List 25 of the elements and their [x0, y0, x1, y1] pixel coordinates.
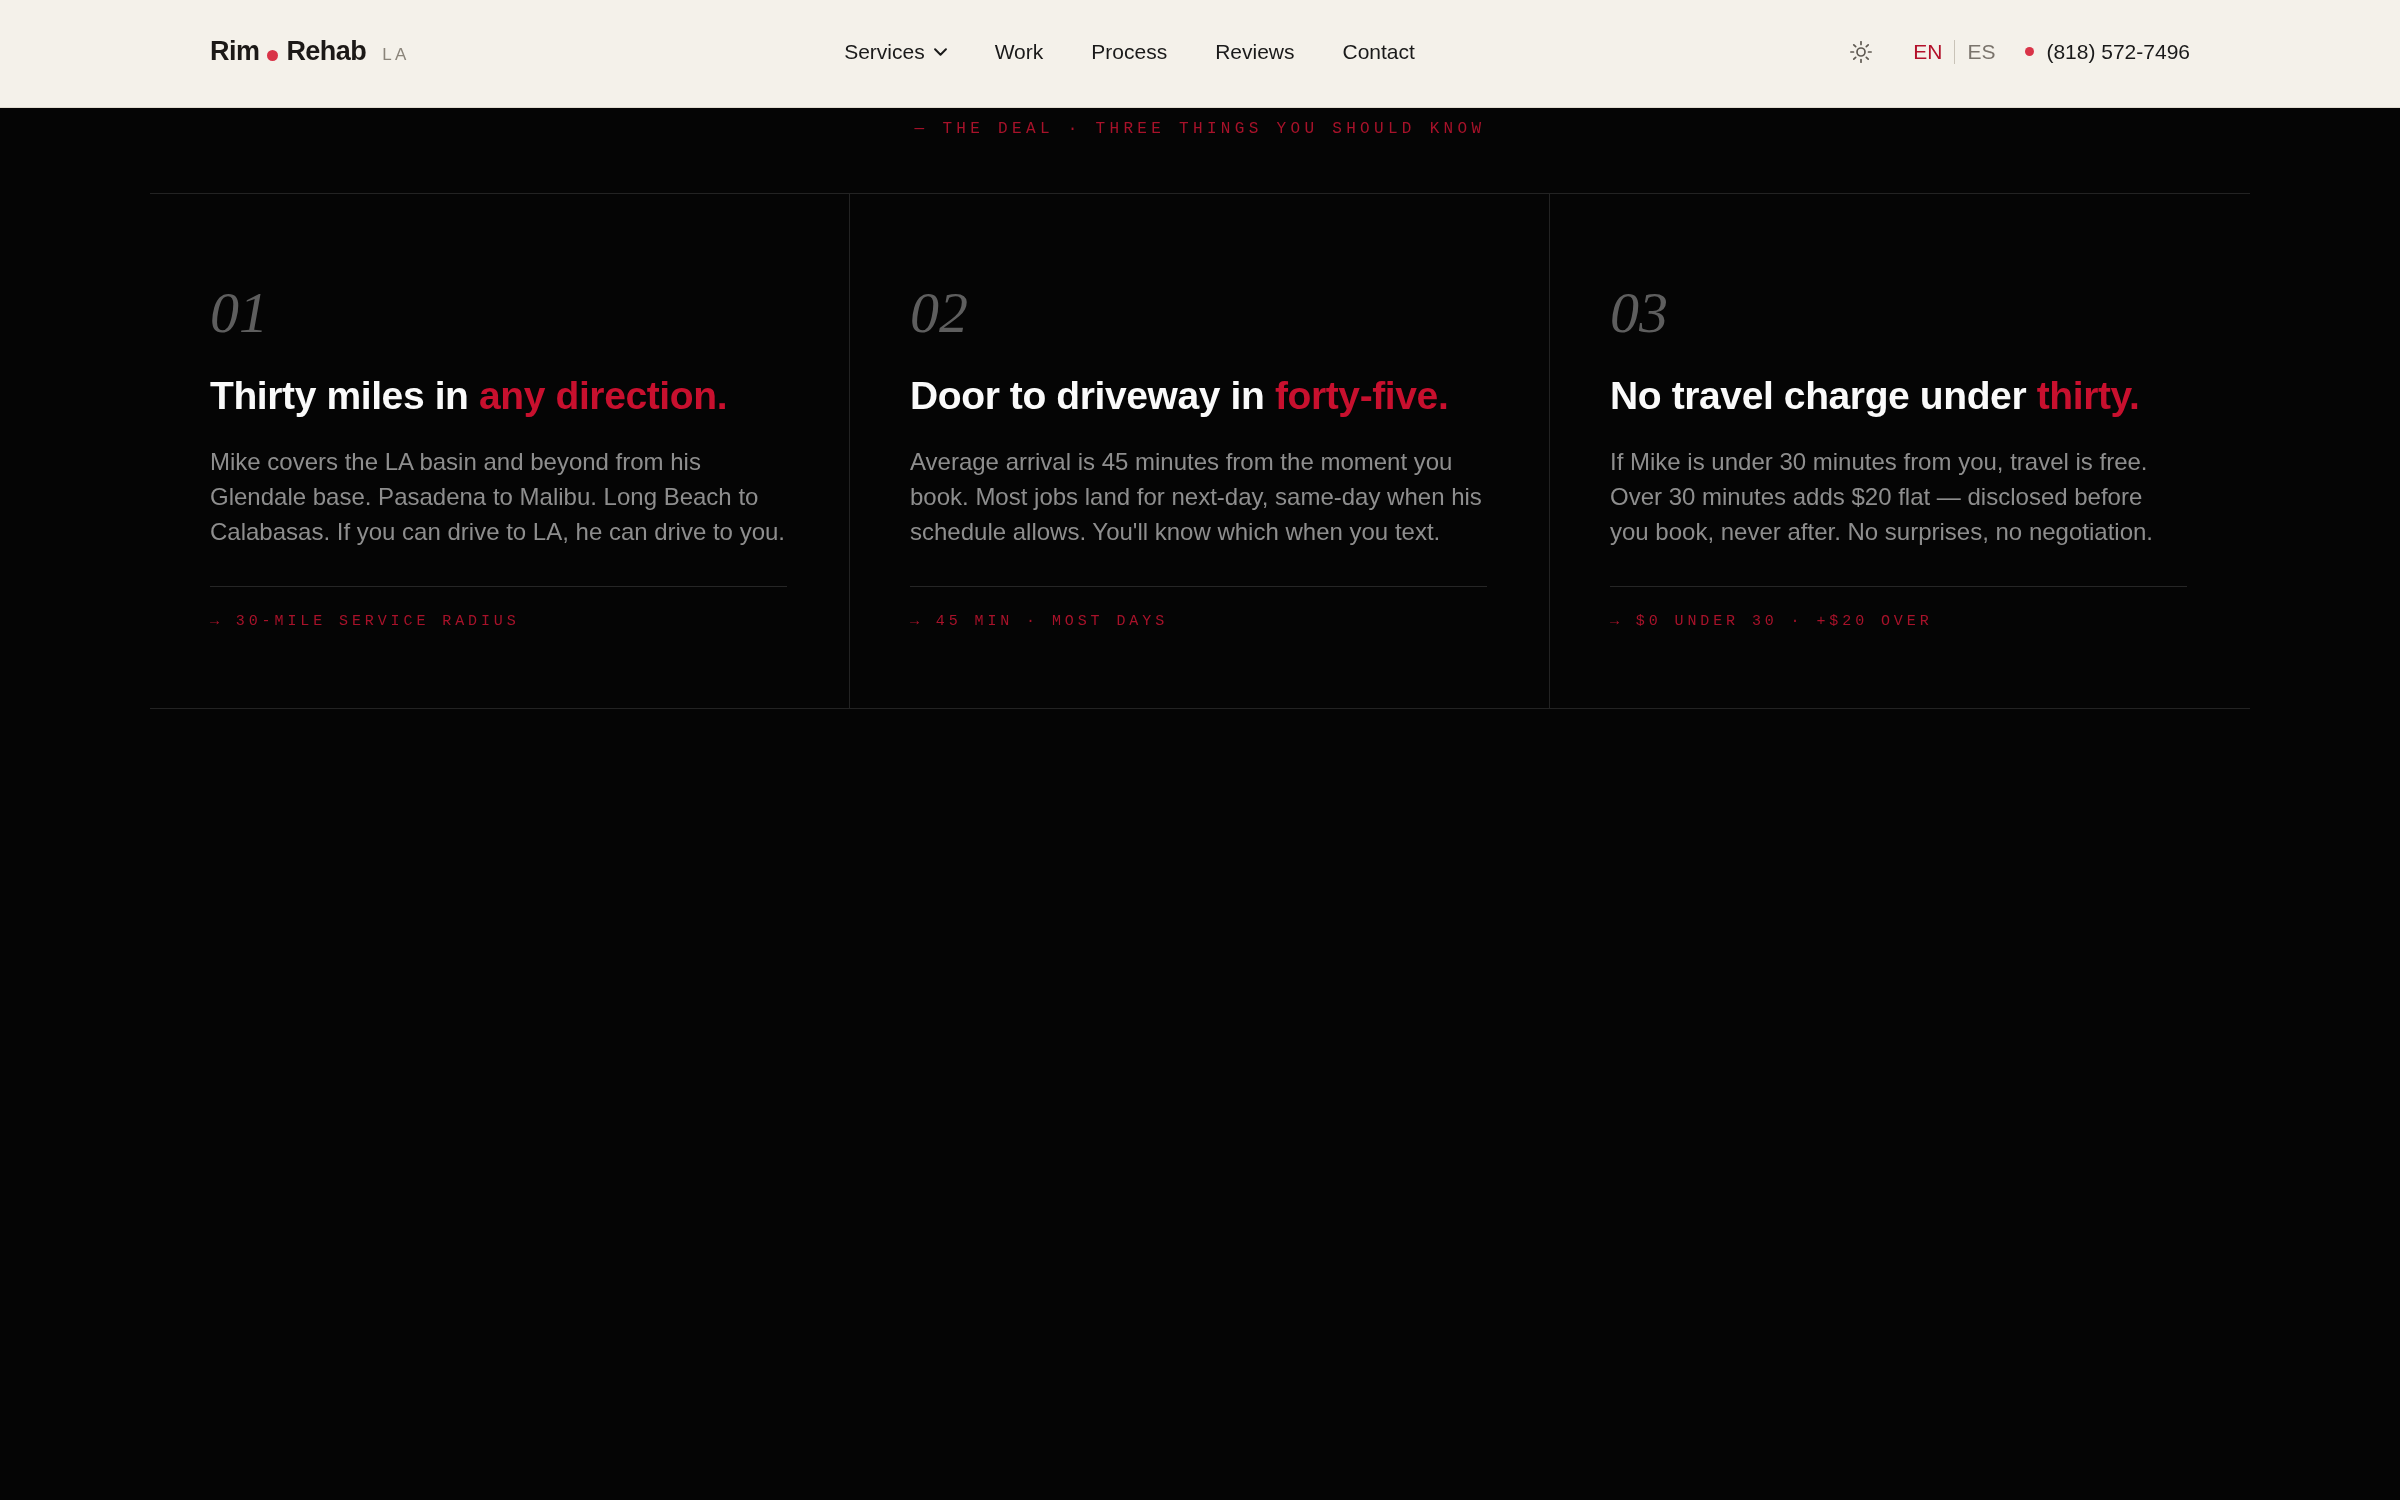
nav-link[interactable]: Process: [1091, 35, 1168, 68]
card-number: 03: [1610, 284, 1668, 342]
language-option[interactable]: ES: [1967, 35, 1996, 68]
card-description: If Mike is under 30 minutes from you, travel is free. Over 30 minutes adds $20 flat — disclosed before you book, never after. No surprises, no negotiation.: [1610, 447, 2154, 547]
theme-toggle-button[interactable]: [1849, 39, 1874, 64]
card-description: Average arrival is 45 minutes from the moment you book. Most jobs land for next-day, same-day when his schedule allows. You'll know which when you text.: [910, 447, 1483, 547]
nav-link[interactable]: Reviews: [1215, 35, 1295, 68]
card-tagline: → 30-MILE SERVICE RADIUS: [210, 612, 520, 632]
card-number: 01: [210, 284, 268, 342]
card-heading: Thirty miles in any direction.: [210, 373, 728, 419]
card-heading: Door to driveway in forty-five.: [910, 373, 1449, 419]
nav-link[interactable]: Services: [844, 35, 947, 68]
sun-icon: [1850, 40, 1873, 63]
section-eyebrow: — THE DEAL · THREE THINGS YOU SHOULD KNOW: [913, 119, 1487, 140]
chevron-down-icon: [933, 47, 947, 56]
card-tagline: → $0 UNDER 30 · +$20 OVER: [1610, 612, 1933, 632]
phone-link[interactable]: (818) 572-7496: [2025, 35, 2190, 68]
nav-link[interactable]: Work: [994, 35, 1044, 68]
card-heading: No travel charge under thirty.: [1610, 373, 2140, 419]
nav-link[interactable]: Contact: [1342, 35, 1415, 68]
language-option[interactable]: EN: [1913, 35, 1943, 68]
card-description: Mike covers the LA basin and beyond from his Glendale base. Pasadena to Malibu. Long Beach to Calabasas. If you can drive to LA, he can drive to you.: [210, 447, 786, 547]
logo-link[interactable]: Rim Rehab LA: [210, 31, 410, 72]
card-number: 02: [910, 284, 968, 342]
card-tagline: → 45 MIN · MOST DAYS: [910, 612, 1169, 632]
